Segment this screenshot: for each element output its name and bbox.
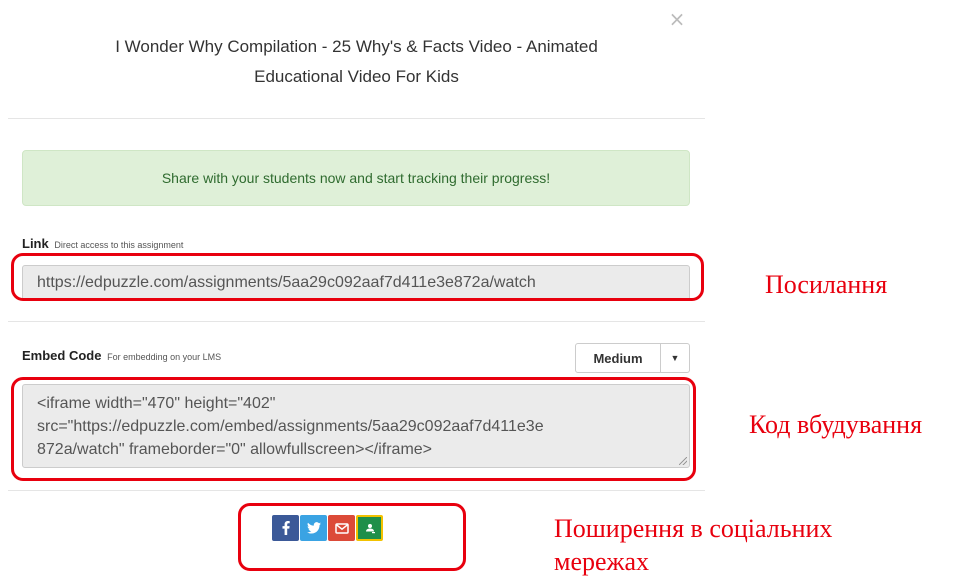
modal-title-line1: I Wonder Why Compilation - 25 Why's & Fa…	[115, 37, 598, 56]
link-label-title: Link	[22, 236, 49, 251]
embed-size-dropdown-toggle[interactable]: ▼	[660, 343, 690, 373]
link-highlight-box	[11, 253, 704, 301]
close-icon[interactable]: ×	[667, 8, 687, 30]
divider	[8, 490, 705, 491]
divider	[8, 118, 705, 119]
link-label: Link Direct access to this assignment	[22, 236, 183, 251]
embed-size-button[interactable]: Medium	[575, 343, 661, 373]
embed-annotation-label: Код вбудування	[749, 410, 923, 439]
share-annotation-label-line1: Поширення в соціальних	[554, 514, 833, 543]
share-annotation-label: Поширення в соціальних мережах	[554, 512, 832, 578]
embed-code-label-title: Embed Code	[22, 348, 102, 363]
embed-code-label-hint: For embedding on your LMS	[107, 352, 222, 362]
link-label-hint: Direct access to this assignment	[54, 240, 184, 250]
share-alert: Share with your students now and start t…	[22, 150, 690, 206]
share-highlight-box	[238, 503, 466, 571]
caret-down-icon: ▼	[670, 353, 680, 363]
modal-title-line2: Educational Video For Kids	[254, 67, 459, 86]
share-alert-text: Share with your students now and start t…	[161, 170, 551, 186]
share-annotation-label-line2: мережах	[554, 547, 650, 576]
link-annotation-label: Посилання	[765, 270, 888, 299]
embed-highlight-box	[11, 377, 696, 481]
divider	[8, 321, 705, 322]
embed-code-label: Embed Code For embedding on your LMS	[22, 348, 221, 363]
modal-title: I Wonder Why Compilation - 25 Why's & Fa…	[10, 32, 703, 92]
